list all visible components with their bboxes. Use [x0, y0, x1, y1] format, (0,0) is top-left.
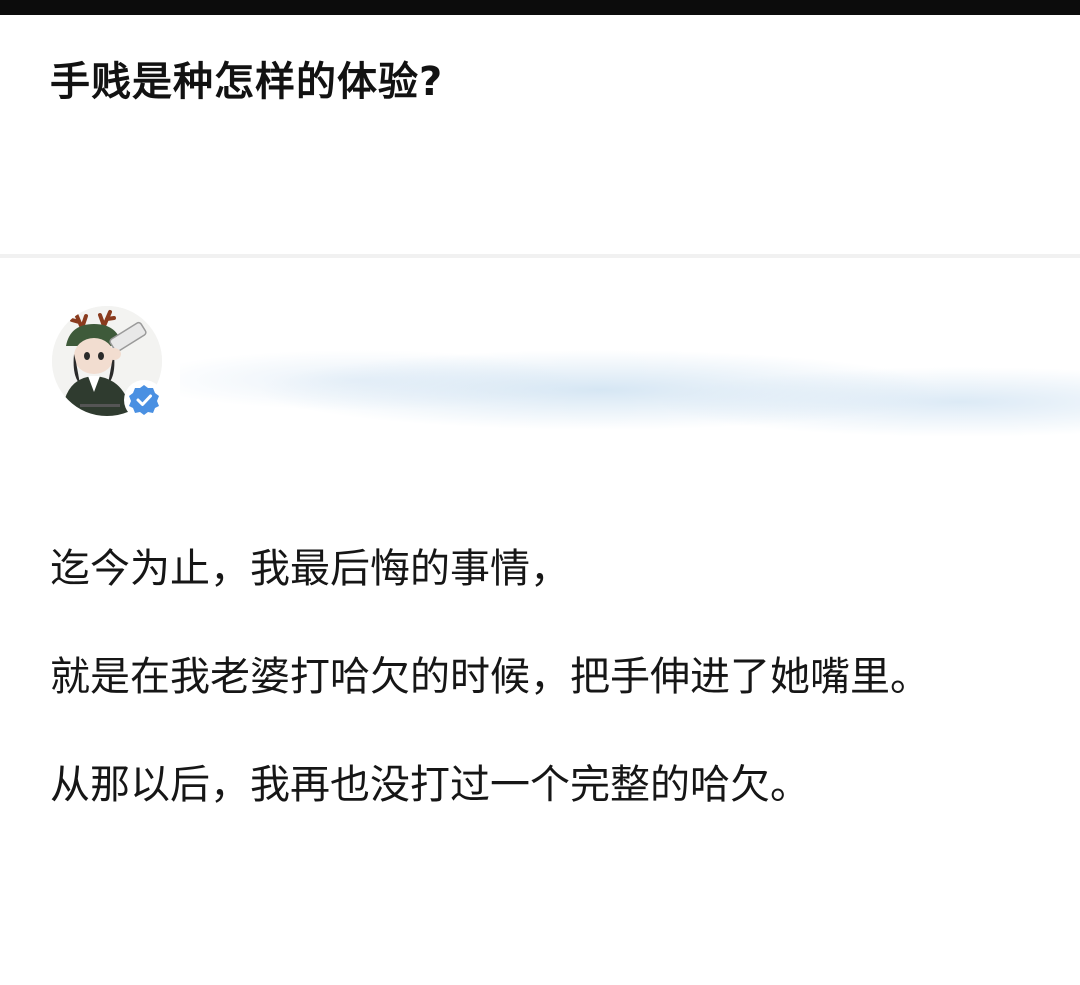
verified-check-icon: [129, 385, 159, 415]
section-divider: [0, 254, 1080, 258]
author-name-redacted: [180, 320, 1080, 450]
answer-paragraph: 就是在我老婆打哈欠的时候，把手伸进了她嘴里。: [50, 654, 930, 700]
answer-paragraph: 从那以后，我再也没打过一个完整的哈欠。: [50, 762, 810, 808]
answer-content: 迄今为止，我最后悔的事情， 就是在我老婆打哈欠的时候，把手伸进了她嘴里。 从那以…: [50, 537, 1040, 861]
answer-paragraph: 迄今为止，我最后悔的事情，: [50, 546, 570, 592]
verified-badge: [124, 380, 164, 420]
status-bar: [0, 0, 1080, 15]
screenshot-page: 手贱是种怎样的体验? 迄今为止，我最后悔的事情， 就是在我老婆打哈欠的时候，把手…: [0, 0, 1080, 985]
author-row: [0, 300, 1080, 470]
question-title[interactable]: 手贱是种怎样的体验?: [50, 58, 443, 106]
